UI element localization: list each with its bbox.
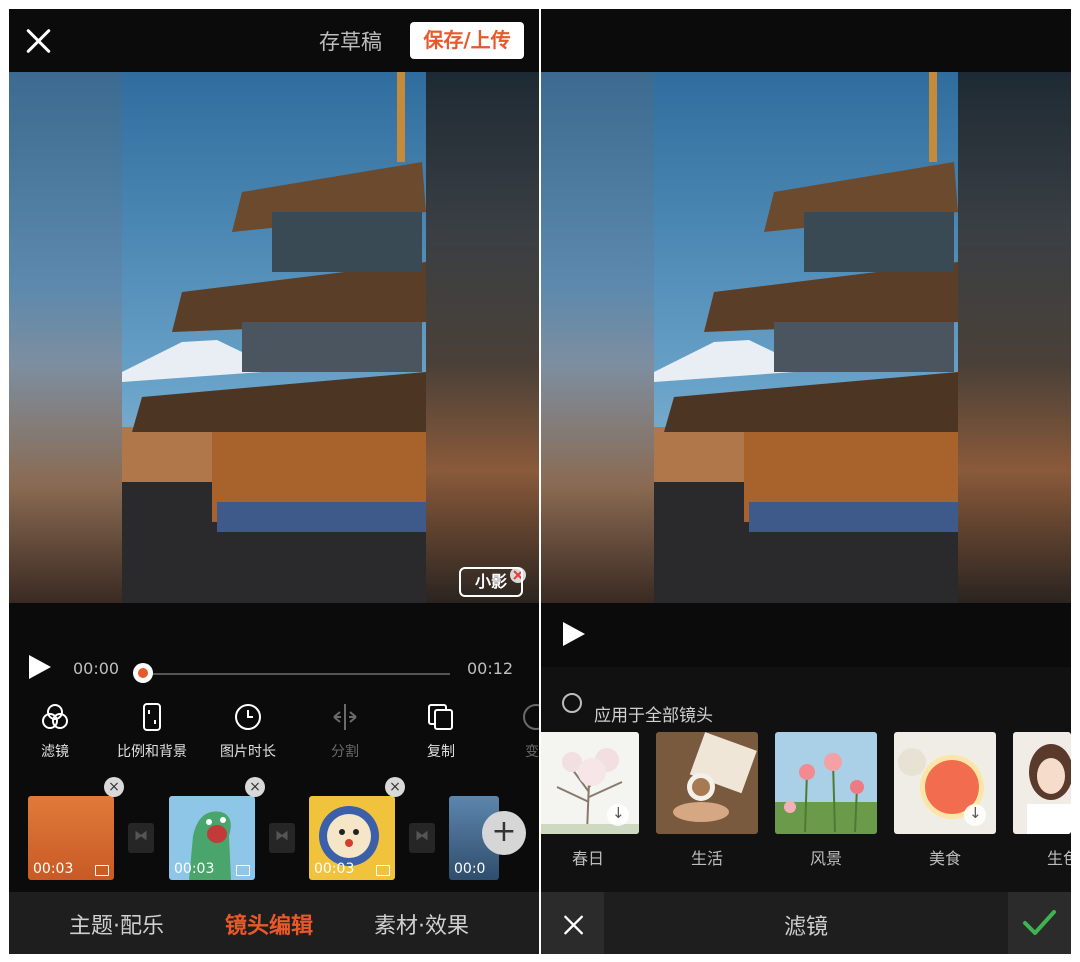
panel-title: 滤镜 — [783, 915, 828, 940]
progress-track[interactable] — [142, 673, 450, 675]
checkmark-icon — [1023, 910, 1056, 935]
download-icon[interactable] — [607, 804, 629, 826]
split-icon — [333, 704, 357, 730]
close-icon[interactable] — [23, 25, 55, 57]
filter-thumbnail-scenery[interactable] — [775, 732, 877, 834]
play-icon[interactable] — [29, 655, 51, 679]
confirm-button[interactable] — [1008, 892, 1071, 954]
filter-icon — [42, 704, 68, 729]
save-draft-button[interactable]: 存草稿 — [319, 26, 382, 56]
current-time: 00:00 — [73, 659, 120, 678]
clock-icon — [235, 704, 261, 730]
clip-duration: 00:03 — [33, 861, 74, 877]
transition-button[interactable] — [269, 823, 295, 853]
apply-all-label[interactable]: 应用于全部镜头 — [594, 701, 713, 726]
transition-button[interactable] — [128, 823, 154, 853]
flowers-illustration — [775, 753, 877, 834]
clip-duration: 00:03 — [314, 861, 355, 877]
play-icon[interactable] — [563, 622, 585, 646]
tool-partial[interactable]: 变 — [491, 702, 539, 761]
transition-button[interactable] — [409, 823, 435, 853]
bottom-tab-bar: 主题·配乐 镜头编辑 素材·效果 — [9, 892, 539, 954]
filter-thumbnail-life[interactable] — [656, 732, 758, 834]
clip-duration: 00:03 — [174, 861, 215, 877]
filter-bottom-bar: 滤镜 — [541, 892, 1071, 954]
partial-tool-icon — [523, 704, 539, 730]
tool-filter-label: 滤镜 — [41, 744, 69, 760]
aspect-ratio-icon — [143, 703, 161, 731]
tool-split-label: 分割 — [331, 744, 359, 760]
blurred-background-left — [9, 72, 122, 603]
filter-label: 风景 — [809, 849, 842, 868]
download-icon[interactable] — [964, 804, 986, 826]
filter-label: 春日 — [571, 849, 604, 868]
tab-material-effects[interactable]: 素材·效果 — [374, 908, 469, 940]
top-bar — [541, 9, 1071, 72]
filter-label: 生活 — [690, 849, 723, 868]
preview-photo — [122, 72, 426, 603]
portrait-illustration — [1027, 744, 1071, 834]
tool-aspect-ratio[interactable]: 比例和背景 — [107, 702, 197, 761]
image-icon — [376, 865, 390, 876]
image-icon — [236, 865, 250, 876]
remove-clip-button[interactable]: × — [104, 777, 124, 797]
tab-theme-music[interactable]: 主题·配乐 — [69, 908, 164, 940]
tool-copy-label: 复制 — [427, 744, 455, 760]
preview-stage[interactable] — [9, 72, 539, 603]
clip-thumbnail[interactable]: 00:03 — [309, 796, 395, 880]
tool-duration[interactable]: 图片时长 — [203, 702, 293, 761]
tool-partial-label: 变 — [525, 744, 539, 760]
copy-icon — [428, 704, 453, 730]
tool-filter[interactable]: 滤镜 — [10, 702, 100, 761]
blurred-background-right — [958, 72, 1071, 603]
preview-stage[interactable] — [541, 72, 1071, 603]
filter-label: 生色 — [1047, 849, 1071, 868]
save-upload-button[interactable]: 保存/上传 — [410, 22, 524, 59]
tool-split[interactable]: 分割 — [300, 702, 390, 761]
blurred-background-right — [426, 72, 539, 603]
image-icon — [95, 865, 109, 876]
filter-thumbnail-food[interactable] — [894, 732, 996, 834]
remove-clip-button[interactable]: × — [245, 777, 265, 797]
total-time: 00:12 — [467, 659, 514, 678]
filter-thumbnail-spring[interactable] — [541, 732, 639, 834]
filter-panel: 应用于全部镜头 ↓ ↓ 春日 生活 风景 美食 生 滤镜 — [541, 9, 1071, 954]
preview-photo — [654, 72, 958, 603]
tool-copy[interactable]: 复制 — [396, 702, 486, 761]
filter-thumbnail-portrait[interactable] — [1013, 732, 1071, 834]
clip-thumbnail[interactable]: 00:03 — [169, 796, 255, 880]
tool-duration-label: 图片时长 — [220, 744, 276, 760]
tool-aspect-ratio-label: 比例和背景 — [117, 744, 187, 760]
apply-all-radio[interactable] — [562, 693, 582, 713]
tab-clip-edit[interactable]: 镜头编辑 — [225, 908, 313, 940]
top-bar: 存草稿 保存/上传 — [9, 9, 539, 72]
watermark-logo: 小影 — [459, 567, 523, 597]
clip-duration: 00:0 — [454, 861, 486, 877]
progress-handle[interactable] — [133, 663, 153, 683]
clip-thumbnail[interactable]: 00:03 — [28, 796, 114, 880]
add-clip-button[interactable]: + — [482, 811, 526, 855]
blurred-background-left — [541, 72, 654, 603]
coffee-illustration — [673, 732, 757, 822]
editor-panel: 存草稿 保存/上传 小影 00:00 00:12 滤镜 比例和背景 图片时长 分… — [9, 9, 539, 954]
remove-clip-button[interactable]: × — [385, 777, 405, 797]
filter-label: 美食 — [928, 849, 961, 868]
